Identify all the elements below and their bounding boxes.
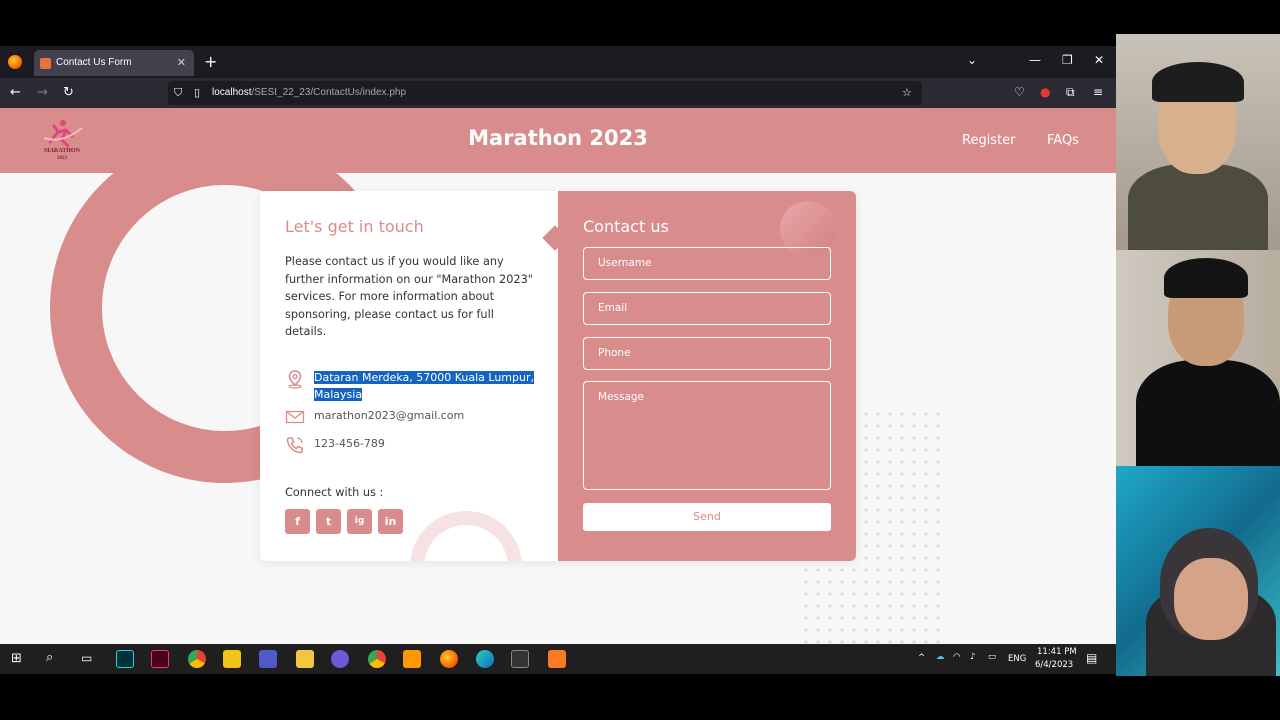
contact-form-pane: Contact us Username Email Phone Message … <box>558 191 856 561</box>
onedrive-icon[interactable]: ☁ <box>936 652 945 662</box>
show-hidden-icons-icon[interactable]: ^ <box>918 653 925 663</box>
site-title: Marathon 2023 <box>468 126 648 150</box>
twitter-icon[interactable]: t <box>316 509 341 534</box>
new-tab-icon[interactable]: + <box>204 52 217 71</box>
edge-icon[interactable] <box>476 650 494 668</box>
minimize-icon[interactable]: — <box>1029 53 1041 67</box>
taskbar: ⊞ ⌕ ▭ ^ ☁ ◠ ♪ ▭ ENG 11:41 PM 6/4/2023 ▤ <box>0 644 1116 674</box>
file-explorer-icon[interactable] <box>296 650 314 668</box>
bookmark-star-icon[interactable]: ☆ <box>902 81 912 105</box>
send-button[interactable]: Send <box>583 503 831 531</box>
chrome-icon[interactable] <box>188 650 206 668</box>
address-text: Dataran Merdeka, 57000 Kuala Lumpur, Mal… <box>314 369 539 403</box>
battery-icon[interactable]: ▭ <box>988 652 996 662</box>
restore-icon[interactable]: ❐ <box>1062 53 1073 67</box>
site-header: MARATHON 2023 Marathon 2023 Register FAQ… <box>0 108 1116 173</box>
phone-text: 123-456-789 <box>314 437 385 450</box>
search-icon[interactable]: ⌕ <box>46 650 53 665</box>
terminal-icon[interactable] <box>511 650 529 668</box>
navigation-bar: ← → ↻ ⛉ ▯ localhost/SESI_22_23/ContactUs… <box>0 78 1116 108</box>
participant-2-body <box>1136 360 1280 466</box>
screen: Contact Us Form ✕ + ⌄ — ❐ ✕ ← → ↻ ⛉ ▯ lo… <box>0 0 1280 720</box>
language-indicator[interactable]: ENG <box>1008 654 1026 664</box>
email-row: marathon2023@gmail.com <box>285 407 545 427</box>
sticky-notes-icon[interactable] <box>223 650 241 668</box>
shield-icon[interactable]: ⛉ <box>174 81 182 105</box>
extension-icon[interactable]: ● <box>1040 85 1050 99</box>
participant-1-headset-icon <box>1152 62 1244 102</box>
contact-info-pane: Let's get in touch Please contact us if … <box>260 191 558 561</box>
phone-row: 123-456-789 <box>285 435 545 455</box>
clock-date[interactable]: 6/4/2023 <box>1035 660 1073 670</box>
page-info-icon[interactable]: ▯ <box>194 81 200 105</box>
address-bar[interactable]: ⛉ ▯ localhost/SESI_22_23/ContactUs/index… <box>168 81 922 105</box>
firefox-icon[interactable] <box>8 55 22 69</box>
contact-info-description: Please contact us if you would like any … <box>285 255 533 338</box>
sublime-text-icon[interactable] <box>403 650 421 668</box>
xampp-favicon-icon <box>40 58 51 69</box>
message-textarea[interactable]: Message <box>583 381 831 490</box>
participant-1-body <box>1128 164 1268 250</box>
address-line2: Malaysia <box>314 388 363 401</box>
logo-year: 2023 <box>57 156 67 161</box>
participant-video-3 <box>1116 466 1280 676</box>
participant-3-face <box>1174 558 1248 640</box>
nav-faqs-link[interactable]: FAQs <box>1047 133 1079 148</box>
start-icon[interactable]: ⊞ <box>11 651 22 666</box>
address-line1: Dataran Merdeka, 57000 Kuala Lumpur, <box>314 371 534 384</box>
xampp-icon[interactable] <box>548 650 566 668</box>
decorative-small-ring <box>410 511 522 561</box>
facebook-icon[interactable]: f <box>285 509 310 534</box>
back-icon[interactable]: ← <box>10 85 21 100</box>
firefox-taskbar-icon[interactable] <box>440 650 458 668</box>
connect-label: Connect with us : <box>285 486 384 499</box>
extensions-puzzle-icon[interactable]: ⧉ <box>1066 85 1075 100</box>
task-view-icon[interactable]: ▭ <box>81 651 92 665</box>
forward-icon[interactable]: → <box>37 85 48 100</box>
email-text[interactable]: marathon2023@gmail.com <box>314 407 539 424</box>
menu-icon[interactable]: ≡ <box>1093 85 1103 99</box>
web-page: MARATHON 2023 Marathon 2023 Register FAQ… <box>0 108 1116 644</box>
url-path: /SESI_22_23/ContactUs/index.php <box>251 87 407 98</box>
location-pin-icon <box>288 370 302 389</box>
contact-card: Let's get in touch Please contact us if … <box>260 191 856 561</box>
indesign-icon[interactable] <box>151 650 169 668</box>
pocket-icon[interactable]: ♡ <box>1014 85 1025 99</box>
tab-bar: Contact Us Form ✕ + ⌄ — ❐ ✕ <box>0 46 1116 78</box>
close-tab-icon[interactable]: ✕ <box>177 50 186 76</box>
instagram-icon[interactable]: ig <box>347 509 372 534</box>
phone-icon <box>286 437 303 454</box>
browser-window: Contact Us Form ✕ + ⌄ — ❐ ✕ ← → ↻ ⛉ ▯ lo… <box>0 46 1116 644</box>
email-input[interactable]: Email <box>583 292 831 325</box>
app-icon[interactable] <box>331 650 349 668</box>
volume-icon[interactable]: ♪ <box>970 652 975 662</box>
tab-contact-us[interactable]: Contact Us Form ✕ <box>34 50 194 76</box>
teams-icon[interactable] <box>259 650 277 668</box>
username-input[interactable]: Username <box>583 247 831 280</box>
form-title: Contact us <box>583 217 669 236</box>
chrome-icon-2[interactable] <box>368 650 386 668</box>
tab-title: Contact Us Form <box>56 57 132 68</box>
clock-time[interactable]: 11:41 PM <box>1037 647 1077 657</box>
envelope-icon <box>285 410 305 424</box>
participant-2-hair <box>1164 258 1248 298</box>
participant-video-2 <box>1116 250 1280 466</box>
linkedin-icon[interactable]: in <box>378 509 403 534</box>
list-tabs-icon[interactable]: ⌄ <box>967 53 977 67</box>
address-row: Dataran Merdeka, 57000 Kuala Lumpur, Mal… <box>285 369 545 405</box>
nav-register-link[interactable]: Register <box>962 133 1016 148</box>
close-window-icon[interactable]: ✕ <box>1094 53 1104 67</box>
wifi-icon[interactable]: ◠ <box>953 652 960 662</box>
audition-icon[interactable] <box>116 650 134 668</box>
url-host: localhost <box>212 87 252 98</box>
reload-icon[interactable]: ↻ <box>63 85 74 100</box>
notifications-icon[interactable]: ▤ <box>1086 651 1097 665</box>
phone-input[interactable]: Phone <box>583 337 831 370</box>
contact-info-title: Let's get in touch <box>285 217 424 236</box>
participant-video-1 <box>1116 34 1280 250</box>
